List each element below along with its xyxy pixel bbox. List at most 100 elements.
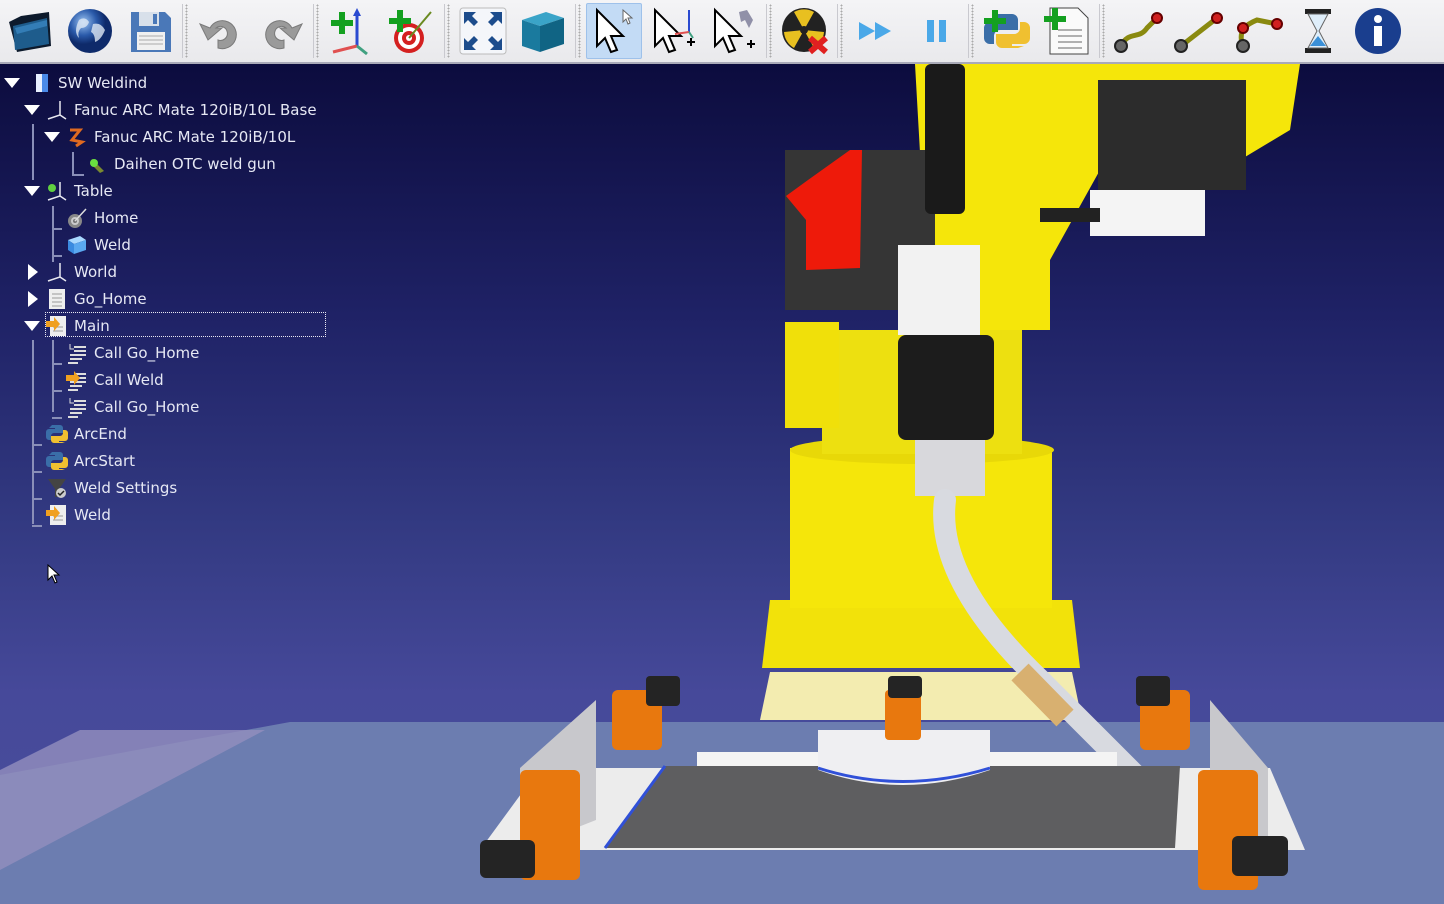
save-button[interactable]	[122, 3, 178, 59]
fit-all-button[interactable]	[455, 3, 511, 59]
toolbar-separator	[837, 4, 844, 58]
target-icon	[66, 207, 88, 229]
program-icon	[46, 288, 68, 310]
folder-open-icon	[9, 12, 51, 52]
toolbar-separator	[968, 4, 975, 58]
expand-toggle[interactable]	[44, 132, 60, 142]
tree-item-call-weld[interactable]: Call Weld	[0, 367, 164, 393]
tree-item-call-go-home[interactable]: Call Go_Home	[0, 394, 199, 420]
toolbar-separator	[766, 4, 773, 58]
tree-item-robot-base[interactable]: Fanuc ARC Mate 120iB/10L Base	[0, 97, 317, 123]
tool-icon	[86, 153, 108, 175]
cube-view-icon	[522, 12, 564, 52]
circular-move-button[interactable]	[1230, 3, 1286, 59]
circular-move-icon	[1236, 17, 1283, 53]
3d-viewport[interactable]	[0, 64, 1444, 904]
expand-toggle[interactable]	[4, 78, 20, 88]
pause-button[interactable]	[908, 3, 964, 59]
toolbar-separator	[182, 4, 189, 58]
tree-item-label: SW Weldind	[58, 74, 148, 92]
move-tool-button[interactable]	[706, 3, 762, 59]
tree-item-label: Call Weld	[94, 371, 164, 389]
save-icon	[131, 12, 171, 52]
pause-instruction-button[interactable]	[1290, 3, 1346, 59]
station-icon	[30, 72, 52, 94]
add-program-button[interactable]	[1039, 3, 1095, 59]
add-target-icon	[389, 10, 432, 53]
undo-button[interactable]	[193, 3, 249, 59]
fit-all-icon	[459, 7, 507, 55]
toolbar-separator	[444, 4, 451, 58]
tree-item-station[interactable]: SW Weldind	[0, 70, 147, 96]
tree-item-label: Weld	[94, 236, 131, 254]
tree-item-tool[interactable]: Daihen OTC weld gun	[0, 151, 276, 177]
isometric-view-button[interactable]	[515, 3, 571, 59]
main-toolbar	[0, 0, 1444, 64]
call-program-icon	[66, 396, 88, 418]
hourglass-icon	[1305, 9, 1331, 53]
tree-item-label: Call Go_Home	[94, 398, 200, 416]
tree-item-label: Daihen OTC weld gun	[114, 155, 276, 173]
open-button[interactable]	[2, 3, 58, 59]
tree-item-target-home[interactable]: Home	[0, 205, 138, 231]
redo-button[interactable]	[253, 3, 309, 59]
reference-frame-icon	[46, 261, 68, 283]
add-target-button[interactable]	[384, 3, 440, 59]
tree-item-python-arcstart[interactable]: ArcStart	[0, 448, 135, 474]
tree-item-label: World	[74, 263, 117, 281]
select-cursor-icon	[596, 7, 634, 54]
robot-icon	[66, 126, 88, 148]
tree-item-program-go-home[interactable]: Go_Home	[0, 286, 147, 312]
tree-item-robot[interactable]: Fanuc ARC Mate 120iB/10L	[0, 124, 295, 150]
help-button[interactable]	[1350, 3, 1406, 59]
tree-item-label: Table	[74, 182, 113, 200]
toolbar-separator	[313, 4, 320, 58]
add-program-icon	[1044, 7, 1089, 55]
tree-item-label: Call Go_Home	[94, 344, 200, 362]
add-reference-frame-button[interactable]	[324, 3, 380, 59]
tree-item-call-go-home[interactable]: Call Go_Home	[0, 340, 199, 366]
joint-move-icon	[1114, 12, 1163, 53]
toolbar-separator	[1099, 4, 1106, 58]
move-tool-icon	[714, 7, 755, 54]
tree-item-label: Fanuc ARC Mate 120iB/10L Base	[74, 101, 317, 119]
linear-move-button[interactable]	[1170, 3, 1226, 59]
mouse-cursor-icon	[47, 563, 61, 588]
tree-item-python-arcend[interactable]: ArcEnd	[0, 421, 127, 447]
move-reference-frame-button[interactable]	[646, 3, 702, 59]
select-item-button[interactable]	[586, 3, 642, 59]
pause-icon	[927, 20, 946, 42]
collision-check-button[interactable]	[777, 3, 833, 59]
expand-toggle[interactable]	[28, 291, 38, 307]
reference-frame-active-icon	[46, 180, 68, 202]
add-python-program-button[interactable]	[979, 3, 1035, 59]
python-icon	[46, 423, 68, 445]
fast-forward-icon	[859, 22, 891, 40]
add-python-program-icon	[984, 10, 1030, 48]
expand-toggle[interactable]	[24, 186, 40, 196]
tree-item-world[interactable]: World	[0, 259, 117, 285]
expand-toggle[interactable]	[24, 321, 40, 331]
tree-item-program-main[interactable]: Main	[0, 313, 110, 339]
scene-render[interactable]	[0, 64, 1444, 904]
globe-icon	[68, 9, 112, 53]
expand-toggle[interactable]	[24, 105, 40, 115]
fast-simulation-button[interactable]	[848, 3, 904, 59]
tree-item-label: Weld	[74, 506, 111, 524]
tree-item-label: Main	[74, 317, 110, 335]
tree-item-program-weld[interactable]: Weld	[0, 502, 111, 528]
expand-toggle[interactable]	[28, 264, 38, 280]
library-button[interactable]	[62, 3, 118, 59]
tree-item-label: Go_Home	[74, 290, 147, 308]
move-reference-frame-icon	[654, 7, 695, 54]
robot-model	[760, 64, 1300, 801]
tree-item-object-weld[interactable]: Weld	[0, 232, 131, 258]
tree-item-label: ArcStart	[74, 452, 135, 470]
redo-icon	[265, 20, 304, 50]
tree-item-table[interactable]: Table	[0, 178, 113, 204]
undo-icon	[198, 20, 237, 50]
tree-item-label: Fanuc ARC Mate 120iB/10L	[94, 128, 296, 146]
joint-move-button[interactable]	[1110, 3, 1166, 59]
program-main-icon	[46, 504, 68, 526]
tree-item-weld-settings[interactable]: Weld Settings	[0, 475, 177, 501]
